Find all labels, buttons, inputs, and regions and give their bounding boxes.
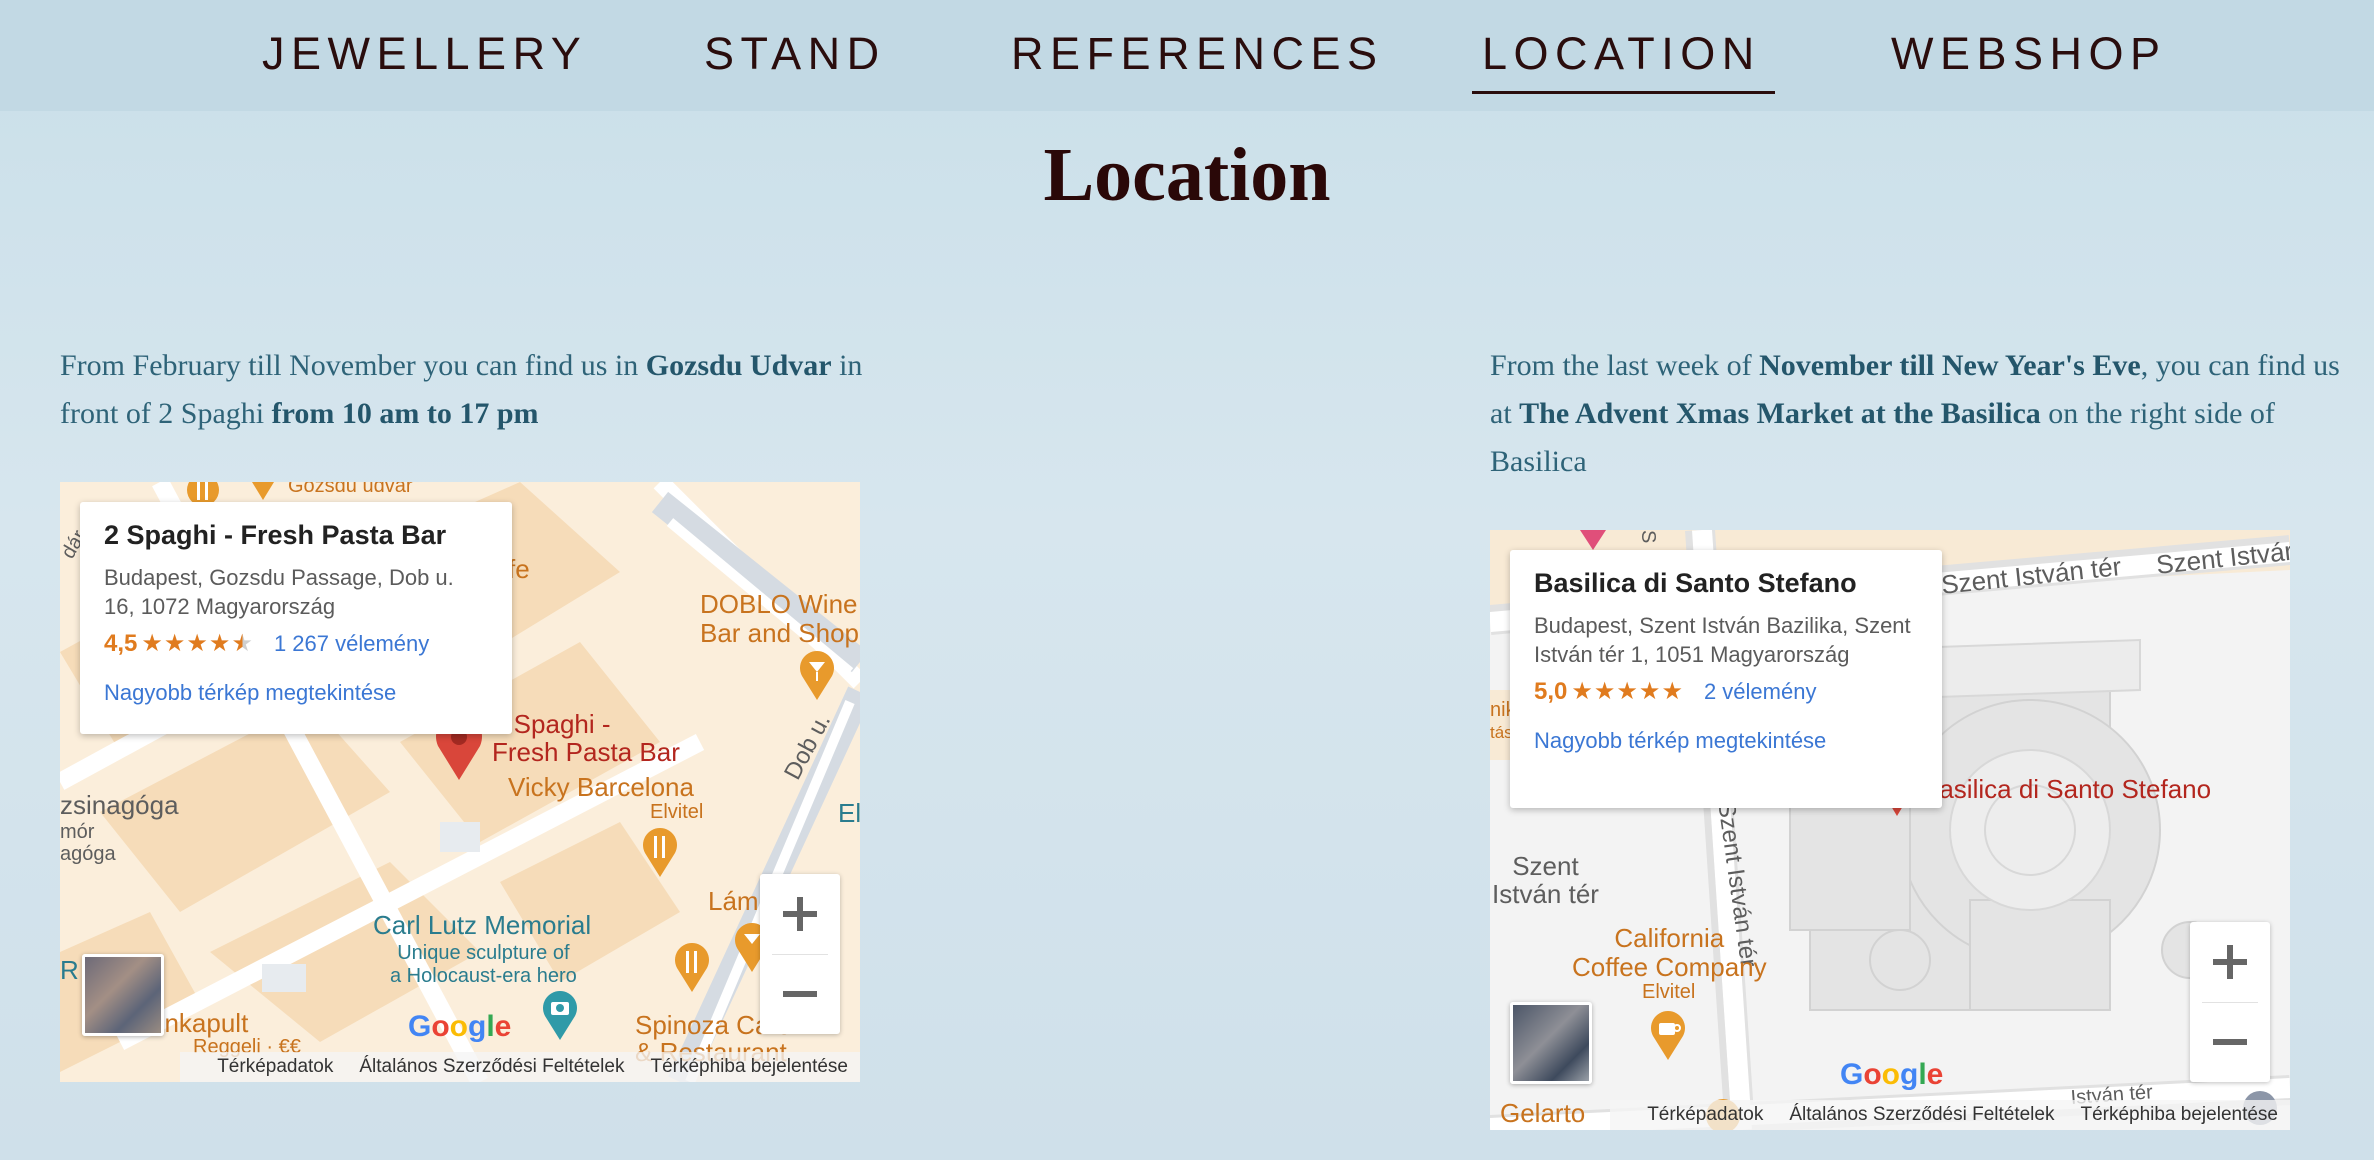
zoom-out-button[interactable]	[2190, 1002, 2270, 1082]
plus-icon	[2213, 945, 2247, 979]
star-icon: ★★★★★	[141, 630, 254, 657]
map-label: mór	[60, 821, 95, 843]
map-label-zsinagoga: zsinagóga	[60, 790, 179, 820]
place-address: Budapest, Szent István Bazilika, Szent I…	[1534, 613, 1911, 667]
zoom-in-button[interactable]	[760, 874, 840, 954]
place-info-card: 2 Spaghi - Fresh Pasta Bar Budapest, Goz…	[80, 502, 512, 734]
place-marker-icon	[252, 482, 274, 500]
map-label-szent-istvan-side: Szent István tér	[1492, 851, 1599, 909]
map-label: onkapult	[150, 1008, 249, 1038]
terms-link[interactable]: Általános Szerződési Feltételek	[1789, 1104, 2054, 1126]
camera-icon	[543, 991, 577, 1040]
top-navigation: JEWELLERY STAND REFERENCES LOCATION WEBS…	[0, 0, 2374, 111]
satellite-toggle[interactable]	[1510, 1002, 1592, 1084]
place-rating: 4,5 ★★★★★ 1 267 vélemény	[104, 629, 490, 658]
plus-icon	[783, 897, 817, 931]
right-map[interactable]: Szent István tér Szent Istvár S nik tás …	[1490, 530, 2290, 1130]
intro-bold: The Advent Xmas Market at the Basilica	[1519, 397, 2041, 430]
reviews-link[interactable]: 2 vélemény	[1704, 679, 1817, 705]
map-data-link[interactable]: Térképadatok	[217, 1056, 333, 1078]
bar-icon	[800, 651, 834, 700]
nav-references[interactable]: REFERENCES	[1011, 26, 1384, 82]
intro-text: From February till November you can find…	[60, 349, 646, 382]
map-label-doblo: DOBLO Wine Bar and Shop	[700, 589, 860, 648]
reviews-link[interactable]: 1 267 vélemény	[274, 631, 429, 657]
place-rating: 5,0 ★★★★★ 2 vélemény	[1534, 677, 1920, 706]
report-error-link[interactable]: Térképhiba bejelentése	[2080, 1104, 2278, 1126]
minus-icon	[2213, 1039, 2247, 1045]
map-label-basilica: Basilica di Santo Stefano	[1922, 774, 2212, 804]
google-logo: Google	[1840, 1058, 1944, 1091]
zoom-control	[760, 874, 840, 1034]
zoom-control	[2190, 922, 2270, 1082]
minus-icon	[783, 991, 817, 997]
report-error-link[interactable]: Térképhiba bejelentése	[650, 1056, 848, 1078]
map-label: Gozsdu udvar	[288, 482, 413, 497]
place-name: Basilica di Santo Stefano	[1534, 568, 1857, 598]
larger-map-link[interactable]: Nagyobb térkép megtekintése	[104, 680, 490, 706]
zoom-in-button[interactable]	[2190, 922, 2270, 1002]
map-label-california: California Coffee Company	[1572, 923, 1767, 982]
coffee-icon	[1651, 1011, 1685, 1060]
map-label-carl-lutz: Carl Lutz Memorial	[373, 910, 592, 940]
left-intro-text: From February till November you can find…	[60, 342, 890, 438]
place-info-card: Basilica di Santo Stefano Budapest, Szen…	[1510, 550, 1942, 808]
rating-value: 4,5	[104, 629, 138, 657]
intro-bold: Gozsdu Udvar	[645, 349, 832, 382]
page-title: Location	[1043, 133, 1331, 217]
map-label: agóga	[60, 843, 116, 865]
right-intro-text: From the last week of November till New …	[1490, 342, 2352, 486]
satellite-toggle[interactable]	[82, 954, 164, 1036]
map-label: S	[1637, 530, 1659, 544]
intro-bold: from 10 am to 17 pm	[271, 397, 539, 430]
map-data-link[interactable]: Térképadatok	[1647, 1104, 1763, 1126]
place-name: 2 Spaghi - Fresh Pasta Bar	[104, 520, 447, 550]
left-map[interactable]: Gozsdu udvar fe DOBLO Wine Bar and Shop …	[60, 482, 860, 1082]
nav-location[interactable]: LOCATION	[1472, 26, 1775, 94]
place-address: Budapest, Gozsdu Passage, Dob u. 16, 107…	[104, 565, 454, 619]
restaurant-icon	[675, 943, 709, 992]
intro-bold: November till New Year's Eve	[1759, 349, 2141, 382]
rating-stars: ★★★★★	[141, 629, 254, 658]
zoom-out-button[interactable]	[760, 954, 840, 1034]
map-footer: Térképadatok Általános Szerződési Feltét…	[60, 1052, 860, 1082]
star-icon: ★★★★★	[1571, 678, 1684, 705]
map-label-carl-lutz-sub: Unique sculpture of a Holocaust-era hero	[390, 942, 577, 987]
map-label-vicky: Vicky Barcelona	[508, 772, 694, 802]
map-footer: Térképadatok Általános Szerződési Feltét…	[1490, 1100, 2290, 1130]
nav-jewellery[interactable]: JEWELLERY	[262, 26, 587, 82]
intro-text: From the last week of	[1490, 349, 1760, 382]
place-marker-icon	[1580, 530, 1606, 550]
terms-link[interactable]: Általános Szerződési Feltételek	[359, 1056, 624, 1078]
restaurant-icon	[643, 828, 677, 877]
map-label-elvitel: Elvitel	[650, 801, 704, 823]
rating-value: 5,0	[1534, 677, 1568, 705]
map-label-place: 2 Spaghi - Fresh Pasta Bar	[492, 709, 680, 767]
larger-map-link[interactable]: Nagyobb térkép megtekintése	[1534, 728, 1920, 754]
map-label: Lám	[708, 886, 759, 916]
map-label: El	[838, 798, 860, 828]
nav-stand[interactable]: STAND	[704, 26, 886, 82]
google-logo: Google	[408, 1010, 512, 1043]
nav-webshop[interactable]: WEBSHOP	[1891, 26, 2167, 82]
map-label-elvitel: Elvitel	[1642, 981, 1696, 1003]
rating-stars: ★★★★★	[1571, 677, 1684, 706]
